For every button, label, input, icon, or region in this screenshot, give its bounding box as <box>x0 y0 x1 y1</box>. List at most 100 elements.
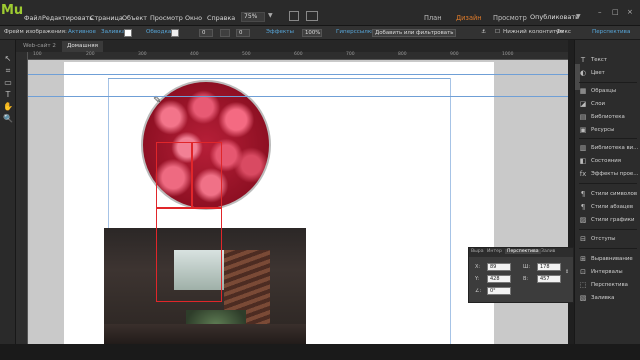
publish-button[interactable]: Опубликовать <box>530 13 579 21</box>
panel-align[interactable]: ⊞ Выравнивание <box>579 254 633 264</box>
rotation-label: ∠: <box>475 288 482 294</box>
panel-states[interactable]: ◧ Состояния <box>579 156 621 166</box>
panel-graphic-styles[interactable]: ▨ Стили графики <box>579 215 635 225</box>
rectangle-tool-icon[interactable]: ▭ <box>3 78 13 88</box>
footer-checkbox[interactable]: ☐ <box>495 29 500 35</box>
menu-help[interactable]: Справка <box>207 14 235 22</box>
panel-label: Библиотека <box>591 114 625 120</box>
w-label: Ш: <box>523 264 531 270</box>
width-field[interactable]: 178 <box>537 263 561 271</box>
stroke-width-field[interactable]: 0 <box>199 29 213 37</box>
close-button[interactable]: × <box>627 8 633 16</box>
tab-site[interactable]: Web-сайт 2 <box>18 41 61 52</box>
minimize-button[interactable]: – <box>598 8 602 16</box>
panel-character-styles[interactable]: ¶ Стили символов <box>579 189 637 199</box>
zoom-dropdown-icon[interactable]: ▼ <box>268 12 273 19</box>
panel-color[interactable]: ◐ Цвет <box>579 68 605 78</box>
selection-tool-icon[interactable]: ↖ <box>3 54 13 64</box>
y-field[interactable]: 428 <box>487 275 511 283</box>
state-link[interactable]: Активное <box>68 29 96 35</box>
fill-swatch[interactable] <box>124 29 132 37</box>
link-proportions-icon[interactable]: ⇕ <box>565 269 569 275</box>
tab-home-page[interactable]: Домашняя <box>62 41 103 52</box>
tab-preview[interactable]: Просмотр <box>493 14 527 22</box>
tab-perspective[interactable]: Перспектива <box>505 249 541 254</box>
selection-frame[interactable] <box>156 142 192 208</box>
panel-swatches[interactable]: ▦ Образцы <box>579 86 616 96</box>
selection-frame[interactable] <box>156 208 222 302</box>
status-bar <box>0 344 640 360</box>
menu-object[interactable]: Объект <box>122 14 147 22</box>
maximize-button[interactable]: □ <box>612 8 619 16</box>
tab-spacing[interactable]: Интер <box>487 249 502 254</box>
transform-panel-tabs: Выра Интер Перспектива Залив <box>469 248 573 257</box>
tab-design[interactable]: Дизайн <box>456 14 482 22</box>
panel-widgets-library[interactable]: ▥ Библиотека ви... <box>579 143 639 153</box>
ruler-tick: 800 <box>398 52 407 57</box>
ruler-tick: 500 <box>242 52 251 57</box>
x-label: X: <box>475 264 481 270</box>
column-guide <box>450 78 451 344</box>
ruler-tick: 1000 <box>502 52 514 57</box>
graphic-styles-icon: ▨ <box>579 215 587 224</box>
stroke-swatch[interactable] <box>171 29 179 37</box>
panel-fill[interactable]: ▧ Заливка <box>579 293 615 303</box>
panel-effects[interactable]: fx Эффекты прое... <box>579 169 639 179</box>
h-label: В: <box>523 276 529 282</box>
menu-page[interactable]: Страница <box>90 14 123 22</box>
x-field[interactable]: 89 <box>487 263 511 271</box>
text-icon: T <box>580 55 586 64</box>
panel-assets[interactable]: ▣ Ресурсы <box>579 125 615 135</box>
tab-plan[interactable]: План <box>424 14 442 22</box>
tab-align[interactable]: Выра <box>471 249 484 254</box>
panel-label: Заливка <box>591 295 615 301</box>
effects-link[interactable]: Эффекты <box>266 29 294 35</box>
menu-edit[interactable]: Редактировать <box>42 14 93 22</box>
panel-label: Интервалы <box>591 269 623 275</box>
stroke-link[interactable]: Обводка <box>146 29 171 35</box>
panel-label: Стили абзацев <box>591 204 634 210</box>
panel-paragraph-styles[interactable]: ¶ Стили абзацев <box>579 202 633 212</box>
opacity-field[interactable]: 100% <box>302 29 322 37</box>
fill-link[interactable]: Заливка <box>101 29 125 35</box>
text-tool-icon[interactable]: T <box>3 90 13 100</box>
workspace-icon[interactable] <box>306 11 318 21</box>
panel-spacing[interactable]: ⊡ Интервалы <box>579 267 623 277</box>
menu-view[interactable]: Просмотр <box>150 14 183 22</box>
hand-tool-icon[interactable]: ✋ <box>3 102 13 112</box>
stroke-options-icon[interactable] <box>220 29 230 37</box>
corner-radius-field[interactable]: 0 <box>236 29 250 37</box>
publish-dropdown-icon[interactable]: ▼ <box>576 13 581 20</box>
horizontal-guide[interactable] <box>28 74 568 75</box>
tab-fill[interactable]: Залив <box>541 249 555 254</box>
rotation-field[interactable]: 0° <box>487 287 511 295</box>
ruler-tick: 900 <box>450 52 459 57</box>
selection-frame[interactable] <box>192 142 222 208</box>
view-options-icon[interactable] <box>289 11 299 21</box>
panel-padding[interactable]: ⊟ Отступы <box>579 234 615 244</box>
menu-file[interactable]: Файл <box>24 14 42 22</box>
crop-tool-icon[interactable]: ⌗ <box>3 66 13 76</box>
footer-label: Нижний колонтитул <box>503 29 564 35</box>
page-top-guide <box>108 78 450 79</box>
panel-label: Состояния <box>591 158 621 164</box>
zoom-tool-icon[interactable]: 🔍 <box>3 114 13 124</box>
hyperlink-select[interactable]: Добавить или фильтровать <box>372 29 456 37</box>
panel-library[interactable]: ▤ Библиотека <box>579 112 625 122</box>
panel-layers[interactable]: ◪ Слои <box>579 99 605 109</box>
hyperlinks-link[interactable]: Гиперссылки <box>336 29 375 35</box>
y-label: Y: <box>475 276 480 282</box>
panel-perspective[interactable]: ⬚ Перспектива <box>579 280 628 290</box>
page-area[interactable]: ✎ <box>64 62 494 344</box>
panel-text[interactable]: T Текст <box>579 55 607 65</box>
zoom-select[interactable]: 75% <box>241 12 265 22</box>
perspective-link[interactable]: Перспектива <box>592 29 630 35</box>
horizontal-guide[interactable] <box>28 96 568 97</box>
menu-window[interactable]: Окно <box>185 14 202 22</box>
panel-divider <box>579 229 637 230</box>
height-field[interactable]: 457 <box>537 275 561 283</box>
panel-divider <box>579 183 637 184</box>
anchor-icon[interactable]: ⚓ <box>481 29 486 35</box>
tools-panel: ↖ ⌗ ▭ T ✋ 🔍 <box>0 40 16 344</box>
panel-label: Перспектива <box>591 282 628 288</box>
